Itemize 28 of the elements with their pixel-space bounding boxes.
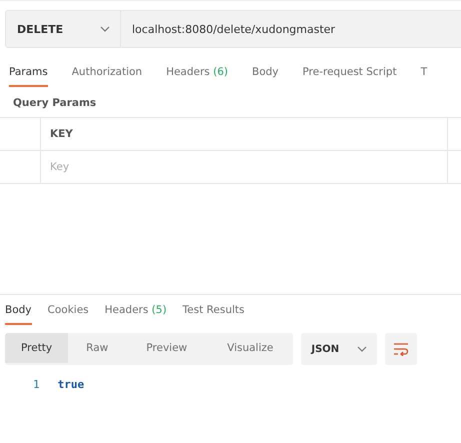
url-input[interactable]: localhost:8080/delete/xudongmaster bbox=[121, 11, 461, 47]
method-dropdown[interactable]: DELETE bbox=[5, 10, 121, 48]
column-header: KEY bbox=[41, 118, 448, 151]
tab[interactable]: Headers (6) bbox=[166, 66, 228, 87]
code-text: true bbox=[58, 378, 84, 391]
empty-cell bbox=[0, 151, 41, 184]
wrap-lines-icon bbox=[393, 342, 410, 356]
tab[interactable]: Headers (5) bbox=[104, 304, 167, 325]
wrap-button[interactable] bbox=[385, 333, 418, 365]
tab[interactable]: Params bbox=[9, 66, 48, 87]
view-mode-tab[interactable]: Raw bbox=[68, 333, 126, 363]
line-number: 1 bbox=[33, 378, 40, 391]
caret-icon bbox=[357, 346, 368, 352]
view-mode-tab[interactable]: Preview bbox=[126, 333, 208, 363]
count-label: (5) bbox=[152, 304, 167, 316]
tab[interactable]: Pre-request Script bbox=[302, 66, 397, 87]
count-label: (6) bbox=[213, 66, 228, 78]
caret-icon bbox=[100, 26, 110, 32]
format-dropdown[interactable]: JSON bbox=[301, 333, 378, 365]
tab[interactable]: Cookies bbox=[48, 304, 89, 325]
tab[interactable]: Authorization bbox=[72, 66, 142, 87]
tab[interactable]: Body bbox=[5, 304, 32, 325]
view-mode-tab[interactable]: Visualize bbox=[207, 333, 294, 363]
section-title: Query Params bbox=[12, 96, 98, 111]
tab[interactable]: T bbox=[420, 66, 428, 87]
view-mode-tab[interactable]: Pretty bbox=[5, 333, 68, 363]
tab[interactable]: Test Results bbox=[182, 304, 244, 325]
tab[interactable]: Body bbox=[252, 66, 279, 87]
